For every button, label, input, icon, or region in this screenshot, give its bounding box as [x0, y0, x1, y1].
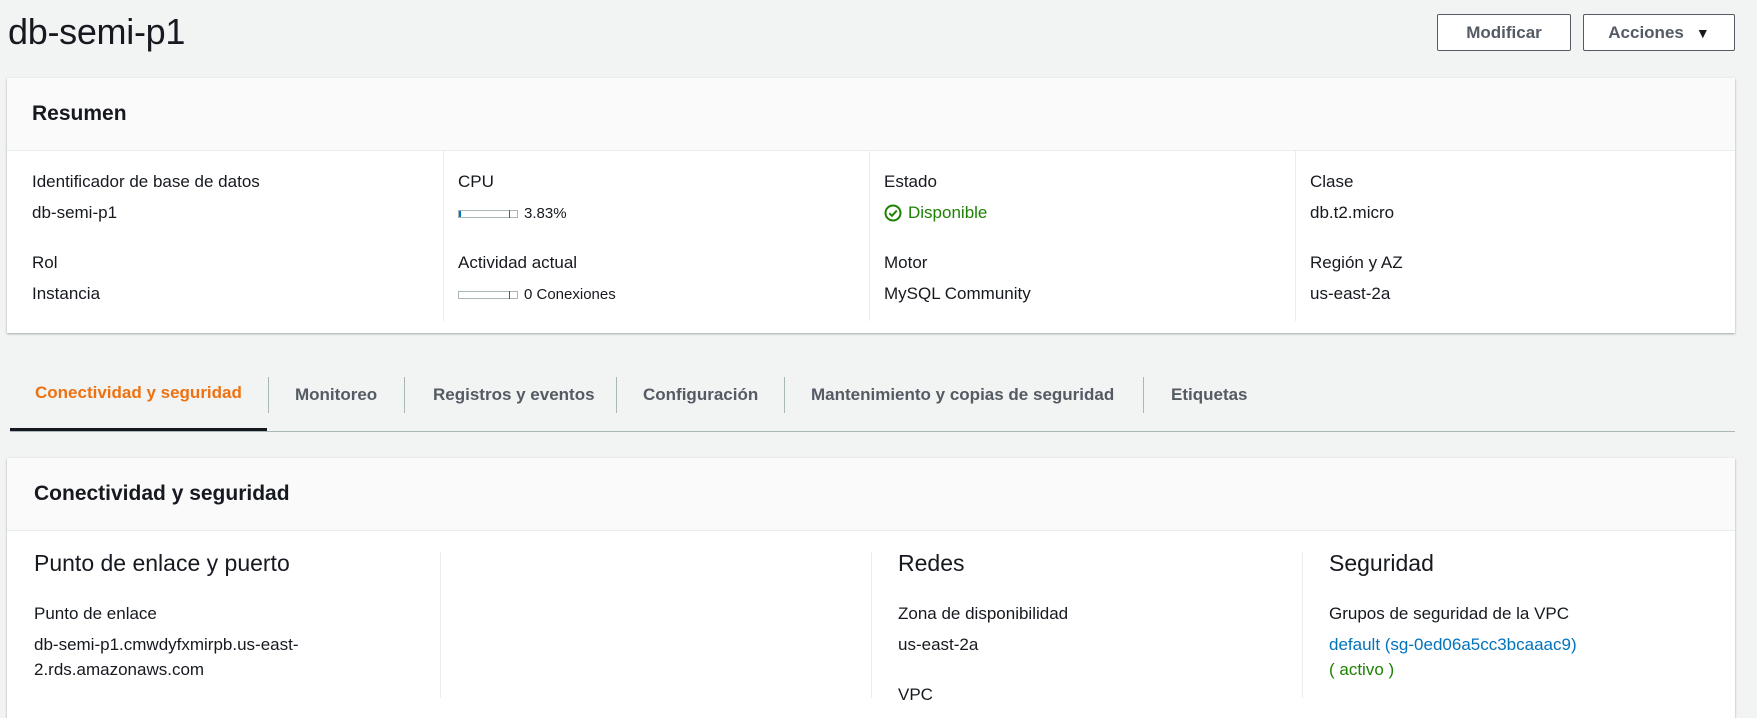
tab-separator [268, 377, 269, 413]
tab-monitoring[interactable]: Monitoreo [295, 358, 377, 431]
check-circle-icon [884, 204, 902, 222]
actions-dropdown-button[interactable]: Acciones ▼ [1583, 14, 1735, 51]
engine-value: MySQL Community [884, 284, 1031, 303]
tab-separator [404, 377, 405, 413]
current-activity-label: Actividad actual [458, 253, 578, 272]
summary-divider [1295, 151, 1296, 321]
summary-title: Resumen [7, 78, 1735, 151]
tab-separator [616, 377, 617, 413]
current-activity-value: 0 Conexiones [524, 286, 616, 303]
db-identifier-label: Identificador de base de datos [32, 172, 260, 191]
cpu-meter-threshold [509, 210, 510, 218]
summary-divider [869, 151, 870, 321]
class-value: db.t2.micro [1310, 203, 1395, 222]
endpoint-value-line1: db-semi-p1.cmwdyfxmirpb.us-east- [34, 635, 299, 654]
region-value: us-east-2a [1310, 284, 1391, 303]
connectivity-title: Conectividad y seguridad [7, 458, 1735, 531]
role-value: Instancia [32, 284, 101, 303]
summary-panel: Resumen [7, 78, 1735, 333]
tab-bar: Conectividad y seguridad Monitoreo Regis… [10, 358, 1735, 432]
status-badge: Disponible [884, 203, 987, 223]
actions-label: Acciones [1608, 22, 1684, 42]
security-group-status: ( activo ) [1329, 660, 1395, 679]
role-label: Rol [32, 253, 58, 272]
cpu-meter [458, 210, 518, 218]
endpoint-label: Punto de enlace [34, 604, 157, 623]
tab-separator [1143, 377, 1144, 413]
caret-down-icon: ▼ [1695, 24, 1710, 41]
security-section-title: Seguridad [1329, 550, 1434, 576]
tab-tags[interactable]: Etiquetas [1171, 358, 1248, 431]
vpc-label: VPC [898, 685, 933, 704]
cpu-label: CPU [458, 172, 494, 191]
availability-zone-value: us-east-2a [898, 635, 979, 654]
connectivity-divider [871, 552, 872, 698]
summary-divider [443, 151, 444, 321]
cpu-meter-fill [459, 211, 461, 217]
security-group-link[interactable]: default (sg-0ed06a5cc3bcaaac9) [1329, 635, 1577, 655]
engine-label: Motor [884, 253, 928, 272]
availability-zone-label: Zona de disponibilidad [898, 604, 1069, 623]
networks-section-title: Redes [898, 550, 965, 576]
status-label: Estado [884, 172, 937, 191]
endpoint-value-line2: 2.rds.amazonaws.com [34, 660, 205, 679]
connectivity-divider [440, 552, 441, 698]
tab-separator [784, 377, 785, 413]
db-identifier-value: db-semi-p1 [32, 203, 118, 222]
tab-logs-events[interactable]: Registros y eventos [433, 358, 595, 431]
class-label: Clase [1310, 172, 1354, 191]
tab-maintenance-backups[interactable]: Mantenimiento y copias de seguridad [811, 358, 1114, 431]
connectivity-divider [1302, 552, 1303, 698]
cpu-value: 3.83% [524, 205, 567, 222]
vpc-security-groups-label: Grupos de seguridad de la VPC [1329, 604, 1570, 623]
status-value: Disponible [908, 203, 988, 222]
modify-button[interactable]: Modificar [1437, 14, 1571, 51]
endpoint-section-title: Punto de enlace y puerto [34, 550, 290, 576]
page-title: db-semi-p1 [8, 11, 186, 52]
activity-meter [458, 291, 518, 299]
tab-connectivity-security[interactable]: Conectividad y seguridad [10, 358, 267, 431]
activity-meter-threshold [509, 291, 510, 299]
region-label: Región y AZ [1310, 253, 1403, 272]
tab-configuration[interactable]: Configuración [643, 358, 758, 431]
